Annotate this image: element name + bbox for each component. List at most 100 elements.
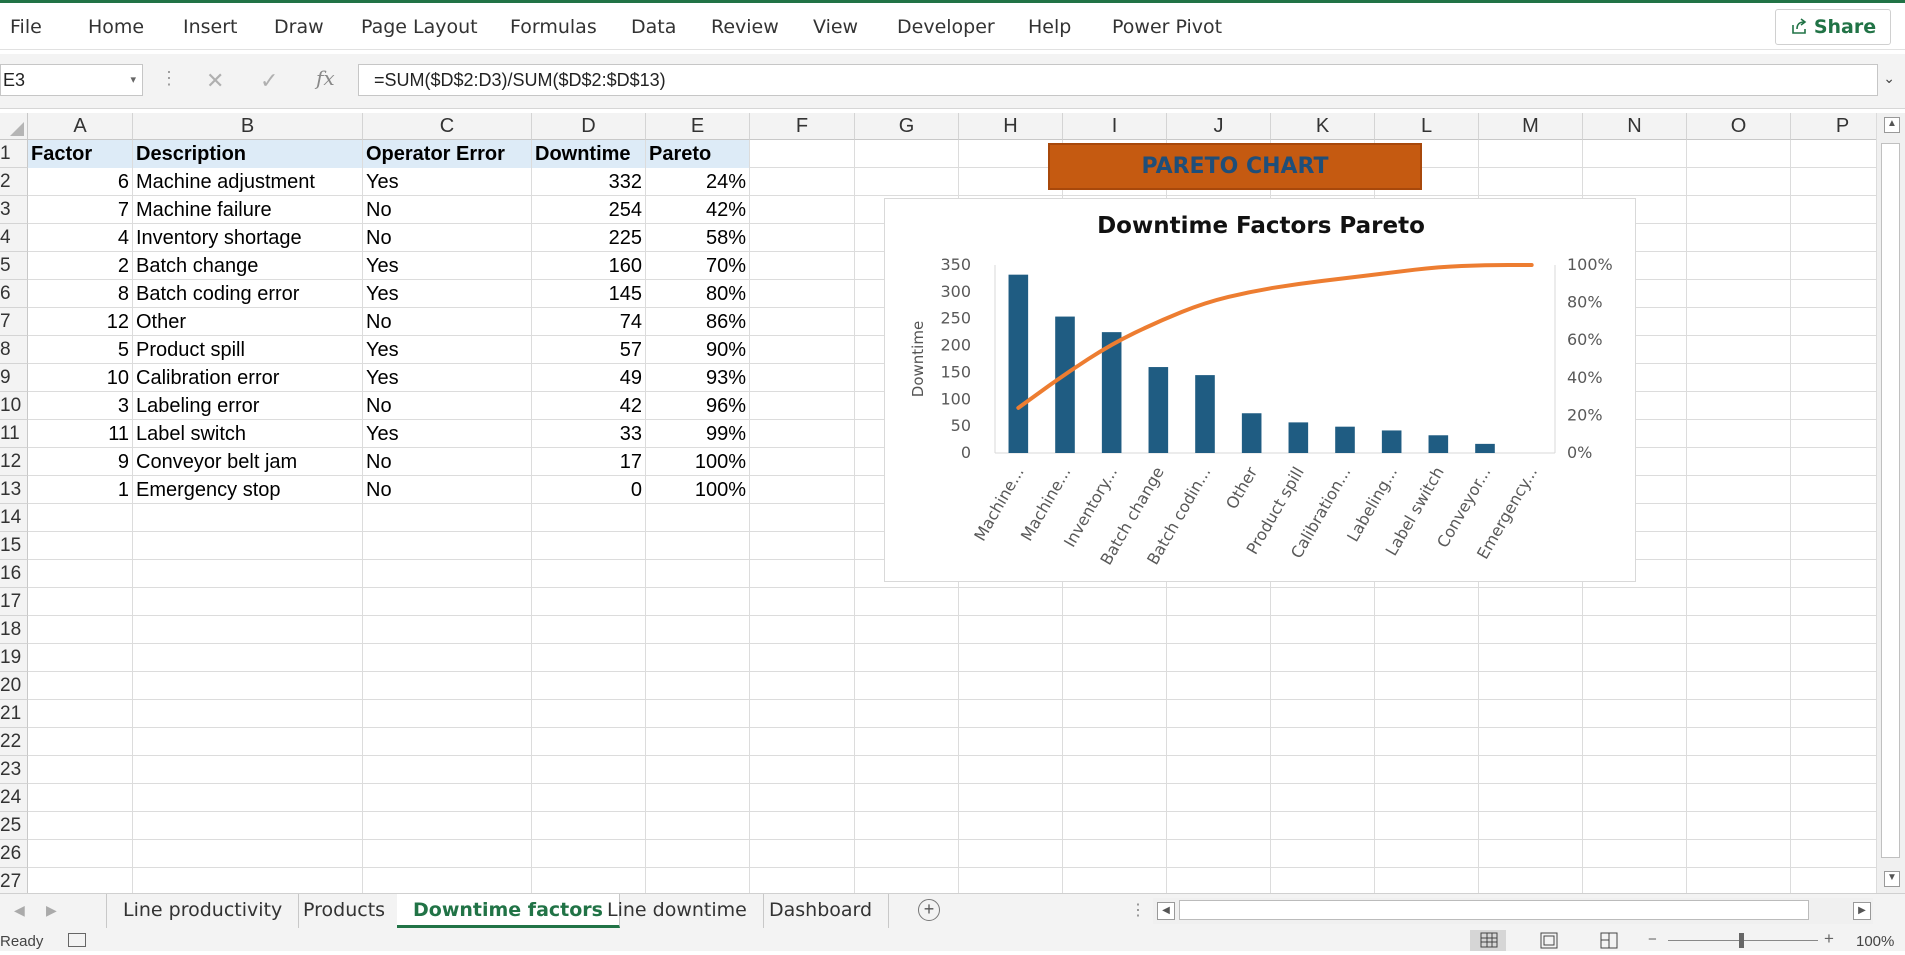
column-header-e[interactable]: E — [646, 113, 750, 140]
table-header-cell[interactable]: Downtime — [532, 140, 645, 168]
tab-data[interactable]: Data — [631, 16, 676, 38]
table-cell[interactable]: 3 — [28, 392, 132, 420]
table-cell[interactable]: 6 — [28, 168, 132, 196]
sheet-tab-downtime-factors[interactable]: Downtime factors — [397, 894, 620, 928]
table-cell[interactable]: Yes — [363, 168, 531, 196]
column-header-p[interactable]: P — [1791, 113, 1876, 140]
table-cell[interactable]: 100% — [646, 476, 749, 504]
table-cell[interactable]: 93% — [646, 364, 749, 392]
tab-insert[interactable]: Insert — [183, 16, 238, 38]
row-header-18[interactable]: 18 — [0, 616, 28, 644]
column-header-f[interactable]: F — [750, 113, 855, 140]
table-cell[interactable]: 96% — [646, 392, 749, 420]
row-header-2[interactable]: 2 — [0, 168, 28, 196]
table-cell[interactable]: 70% — [646, 252, 749, 280]
add-sheet-icon[interactable]: + — [918, 899, 940, 921]
table-header-cell[interactable]: Pareto — [646, 140, 749, 168]
table-cell[interactable]: 4 — [28, 224, 132, 252]
prev-sheet-icon[interactable]: ◀ — [14, 902, 25, 919]
table-cell[interactable]: Yes — [363, 420, 531, 448]
table-cell[interactable]: Batch coding error — [133, 280, 362, 308]
table-cell[interactable]: Conveyor belt jam — [133, 448, 362, 476]
column-header-a[interactable]: A — [28, 113, 133, 140]
tab-home[interactable]: Home — [88, 16, 144, 38]
row-header-5[interactable]: 5 — [0, 252, 28, 280]
tab-page-layout[interactable]: Page Layout — [361, 16, 478, 38]
table-cell[interactable]: 58% — [646, 224, 749, 252]
row-header-23[interactable]: 23 — [0, 756, 28, 784]
table-cell[interactable]: Label switch — [133, 420, 362, 448]
row-header-26[interactable]: 26 — [0, 840, 28, 868]
table-cell[interactable]: Yes — [363, 336, 531, 364]
sheet-tab-line-downtime[interactable]: Line downtime — [591, 894, 764, 928]
table-cell[interactable]: Other — [133, 308, 362, 336]
row-header-3[interactable]: 3 — [0, 196, 28, 224]
table-cell[interactable]: 57 — [532, 336, 645, 364]
column-header-i[interactable]: I — [1063, 113, 1167, 140]
table-cell[interactable]: Yes — [363, 252, 531, 280]
row-header-11[interactable]: 11 — [0, 420, 28, 448]
tab-developer[interactable]: Developer — [897, 16, 995, 38]
zoom-in-icon[interactable]: + — [1824, 929, 1834, 949]
tab-view[interactable]: View — [813, 16, 858, 38]
table-cell[interactable]: No — [363, 196, 531, 224]
table-cell[interactable]: 90% — [646, 336, 749, 364]
table-cell[interactable]: 5 — [28, 336, 132, 364]
insert-function-icon[interactable]: fx — [316, 66, 335, 90]
row-header-10[interactable]: 10 — [0, 392, 28, 420]
table-cell[interactable]: 8 — [28, 280, 132, 308]
zoom-level[interactable]: 100% — [1856, 933, 1894, 950]
expand-formula-bar-icon[interactable]: ⌄ — [1883, 70, 1895, 87]
table-cell[interactable]: No — [363, 392, 531, 420]
scroll-down-icon[interactable]: ▼ — [1884, 871, 1900, 887]
row-header-22[interactable]: 22 — [0, 728, 28, 756]
table-cell[interactable]: 42% — [646, 196, 749, 224]
table-cell[interactable]: No — [363, 224, 531, 252]
cancel-icon[interactable]: ✕ — [206, 68, 224, 94]
table-cell[interactable]: 0 — [532, 476, 645, 504]
row-header-12[interactable]: 12 — [0, 448, 28, 476]
tab-file[interactable]: File — [10, 16, 42, 38]
row-header-16[interactable]: 16 — [0, 560, 28, 588]
table-cell[interactable]: 12 — [28, 308, 132, 336]
column-header-l[interactable]: L — [1375, 113, 1479, 140]
chevron-down-icon[interactable]: ▾ — [130, 65, 136, 95]
table-cell[interactable]: Machine failure — [133, 196, 362, 224]
column-header-d[interactable]: D — [532, 113, 646, 140]
table-cell[interactable]: 74 — [532, 308, 645, 336]
table-cell[interactable]: Inventory shortage — [133, 224, 362, 252]
table-cell[interactable]: No — [363, 476, 531, 504]
table-header-cell[interactable]: Description — [133, 140, 362, 168]
tab-review[interactable]: Review — [711, 16, 779, 38]
table-cell[interactable]: 254 — [532, 196, 645, 224]
normal-view-icon[interactable] — [1470, 930, 1506, 951]
zoom-out-icon[interactable]: − — [1648, 931, 1657, 948]
horizontal-scroll-thumb[interactable] — [1179, 900, 1809, 920]
row-header-25[interactable]: 25 — [0, 812, 28, 840]
row-header-17[interactable]: 17 — [0, 588, 28, 616]
sheet-tab-dashboard[interactable]: Dashboard — [753, 894, 890, 928]
column-header-c[interactable]: C — [363, 113, 532, 140]
table-cell[interactable]: 24% — [646, 168, 749, 196]
table-cell[interactable]: Labeling error — [133, 392, 362, 420]
table-cell[interactable]: 332 — [532, 168, 645, 196]
table-cell[interactable]: 80% — [646, 280, 749, 308]
row-header-1[interactable]: 1 — [0, 140, 28, 168]
column-header-h[interactable]: H — [959, 113, 1063, 140]
pareto-chart-banner[interactable]: PARETO CHART — [1048, 143, 1422, 190]
table-cell[interactable]: 11 — [28, 420, 132, 448]
tab-draw[interactable]: Draw — [274, 16, 324, 38]
column-header-g[interactable]: G — [855, 113, 959, 140]
macro-record-icon[interactable] — [68, 933, 86, 947]
table-cell[interactable]: 7 — [28, 196, 132, 224]
scroll-right-icon[interactable]: ▶ — [1853, 902, 1871, 920]
row-header-7[interactable]: 7 — [0, 308, 28, 336]
table-cell[interactable]: 33 — [532, 420, 645, 448]
table-cell[interactable]: Batch change — [133, 252, 362, 280]
table-cell[interactable]: 42 — [532, 392, 645, 420]
tab-help[interactable]: Help — [1028, 16, 1071, 38]
table-cell[interactable]: 1 — [28, 476, 132, 504]
table-cell[interactable]: 2 — [28, 252, 132, 280]
table-cell[interactable]: Calibration error — [133, 364, 362, 392]
row-header-8[interactable]: 8 — [0, 336, 28, 364]
